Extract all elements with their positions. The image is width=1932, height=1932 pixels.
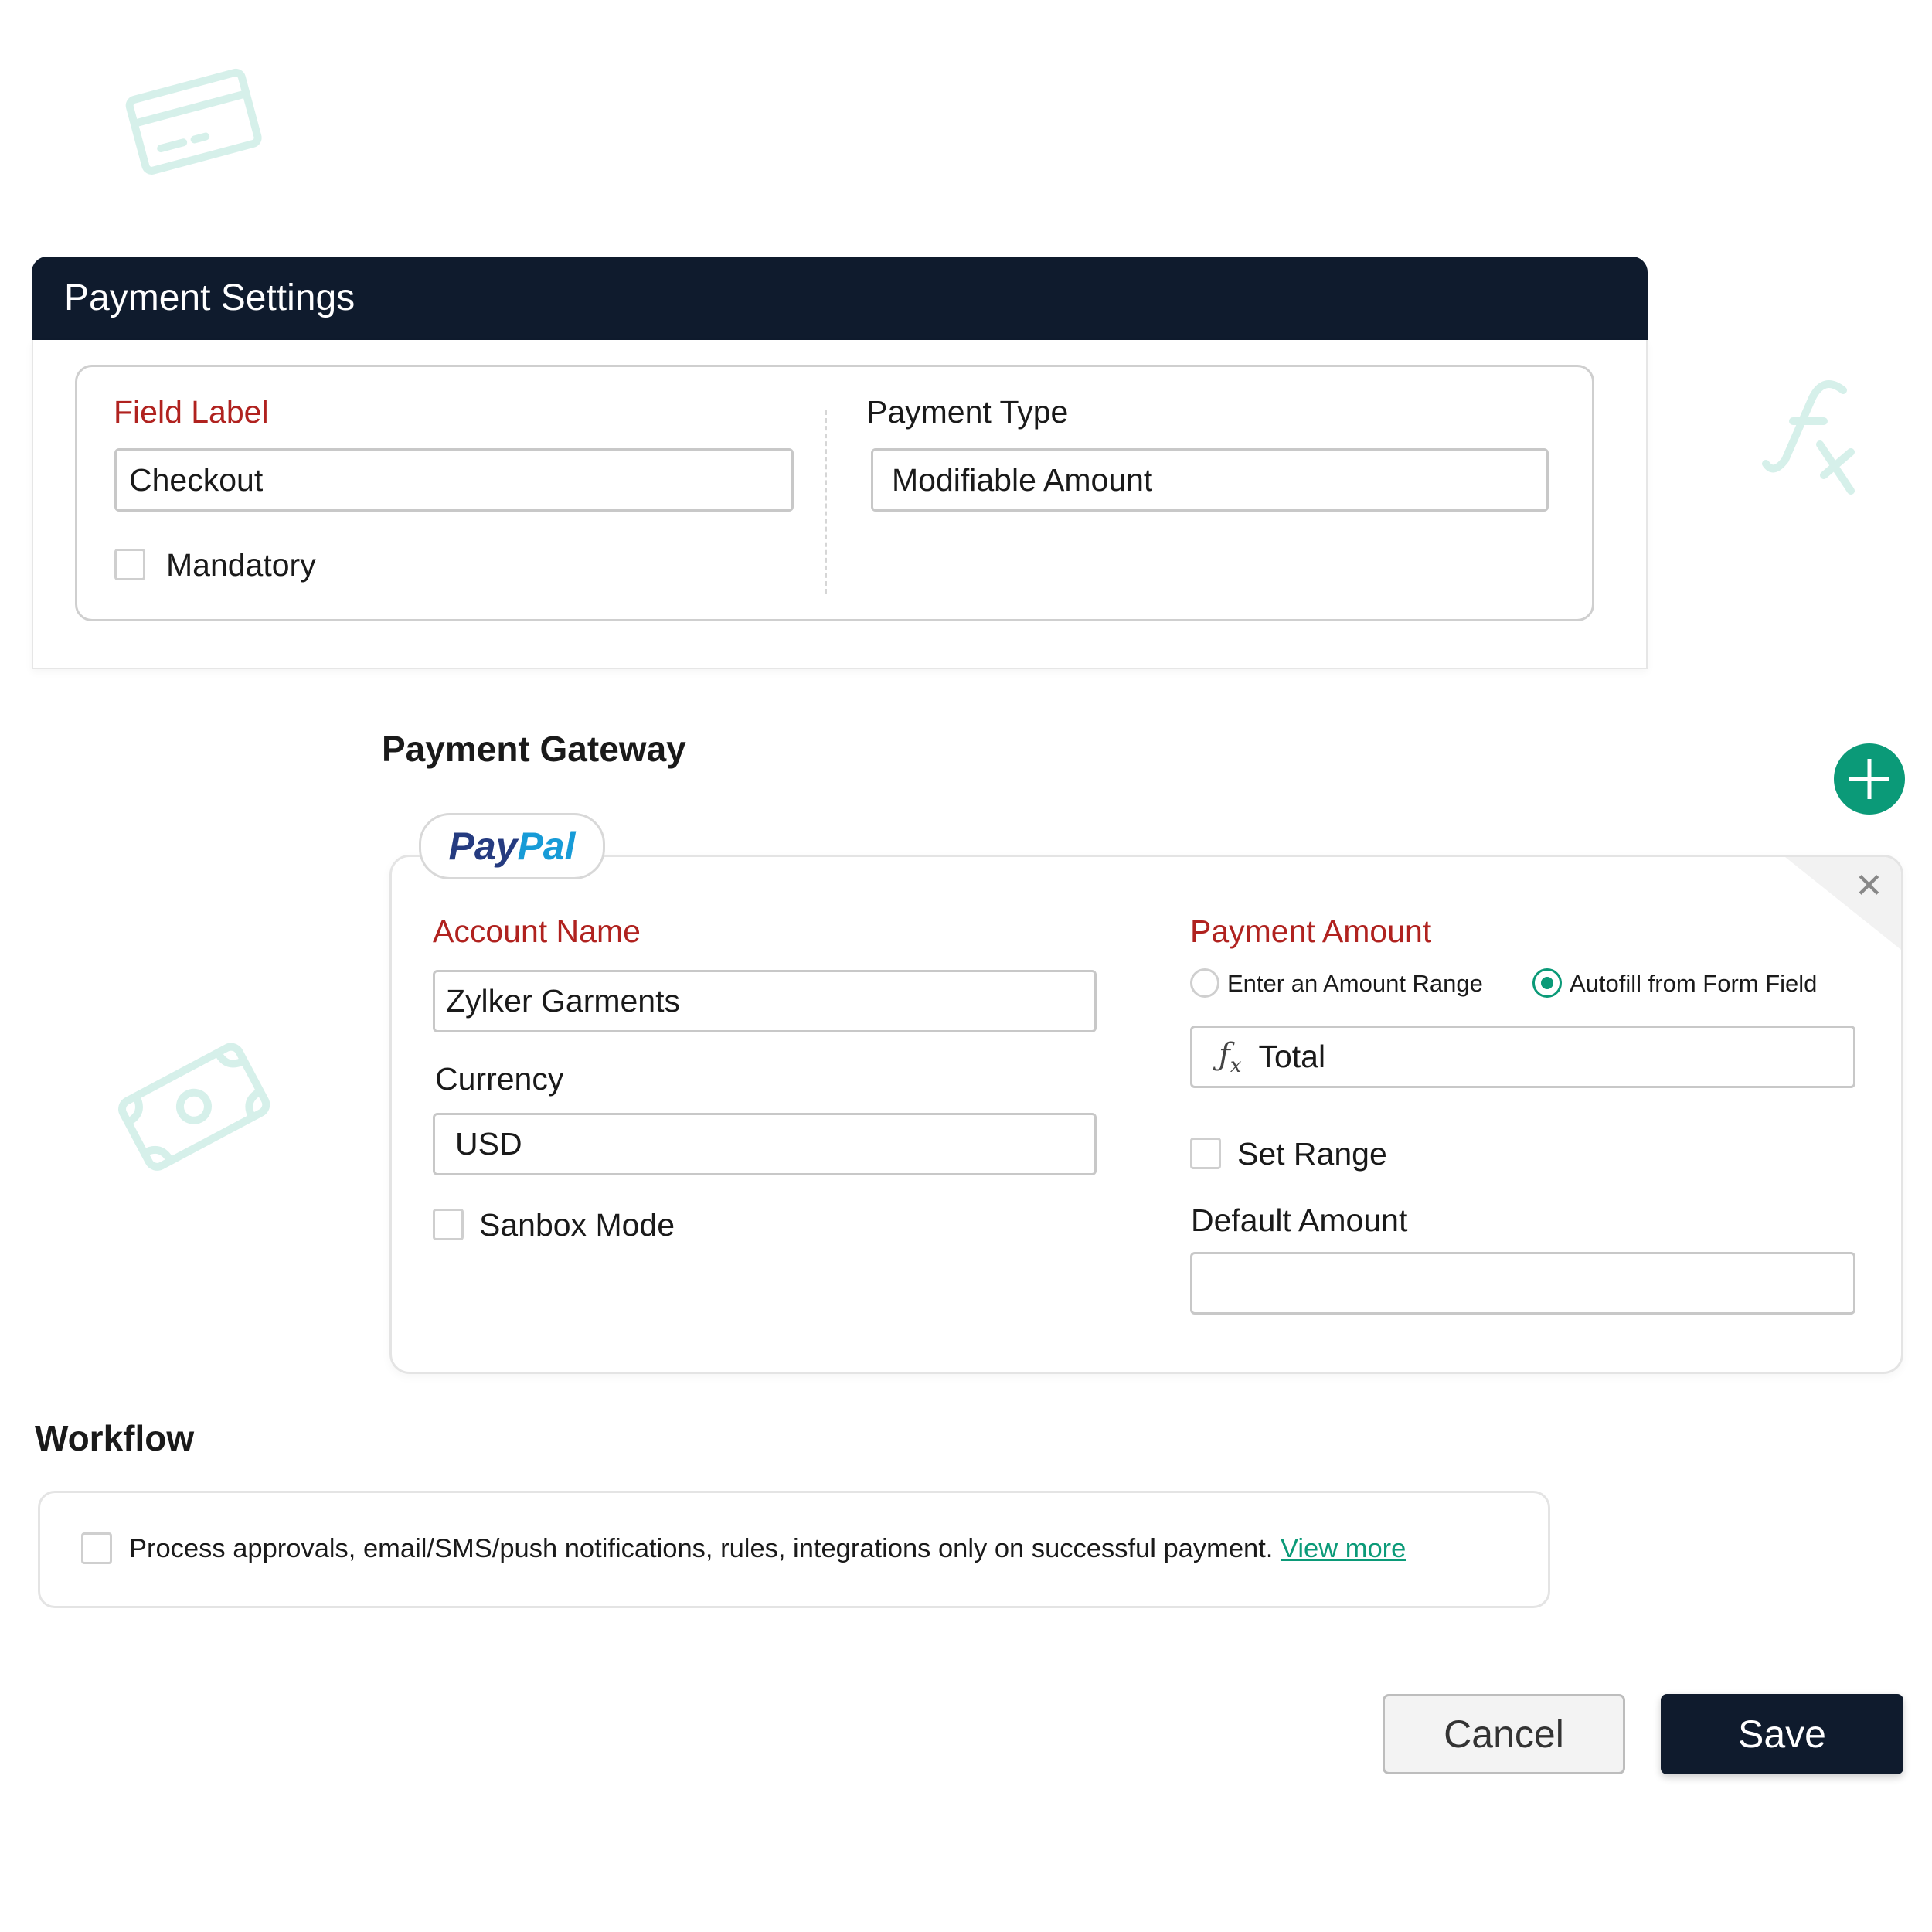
account-name-input[interactable]: Zylker Garments [433,970,1097,1032]
payment-type-select[interactable]: Modifiable Amount [871,448,1549,512]
payment-type-label: Payment Type [866,394,1069,430]
paypal-logo-pay: Pay [448,825,518,868]
default-amount-label: Default Amount [1191,1202,1408,1238]
divider [825,410,827,594]
currency-label: Currency [435,1061,564,1097]
autofill-field-value: Total [1258,1039,1326,1074]
field-label-input[interactable]: Checkout [114,448,794,512]
add-gateway-button[interactable] [1834,743,1905,815]
field-label-value: Checkout [129,461,264,498]
workflow-heading: Workflow [35,1418,195,1458]
account-name-value: Zylker Garments [446,983,680,1019]
payment-settings-header: Payment Settings [32,257,1648,340]
page-title: Payment Settings [64,277,355,318]
default-amount-input[interactable] [1190,1252,1855,1315]
sandbox-mode-checkbox[interactable] [433,1209,464,1240]
autofill-label: Autofill from Form Field [1570,970,1818,997]
cancel-button[interactable]: Cancel [1383,1694,1625,1774]
save-button[interactable]: Save [1661,1694,1903,1774]
fx-icon [1762,380,1855,495]
payment-gateway-heading: Payment Gateway [382,729,686,769]
save-label: Save [1738,1713,1826,1756]
account-name-label: Account Name [433,913,641,949]
paypal-tab[interactable]: Pay Pal [419,813,605,879]
view-more-link[interactable]: View more [1281,1534,1406,1563]
sandbox-mode-label: Sanbox Mode [479,1207,675,1243]
close-icon[interactable]: ✕ [1855,869,1883,903]
amount-range-radio[interactable] [1190,968,1219,998]
field-label-label: Field Label [114,394,269,430]
amount-range-label: Enter an Amount Range [1227,970,1483,997]
workflow-checkbox[interactable] [81,1532,112,1564]
autofill-field-select[interactable]: ƒx Total [1190,1026,1855,1088]
mandatory-checkbox[interactable] [114,549,145,580]
money-icon [118,1043,270,1171]
credit-card-icon [125,68,262,175]
paypal-logo-pal: Pal [517,825,576,868]
mandatory-label: Mandatory [166,547,316,583]
fx-icon: ƒx [1219,1036,1242,1077]
currency-value: USD [455,1126,522,1162]
payment-type-value: Modifiable Amount [892,461,1153,498]
workflow-description: Process approvals, email/SMS/push notifi… [129,1534,1274,1563]
autofill-radio[interactable] [1532,968,1562,998]
cancel-label: Cancel [1444,1713,1564,1756]
payment-amount-label: Payment Amount [1190,913,1432,949]
currency-select[interactable]: USD [433,1113,1097,1175]
set-range-checkbox[interactable] [1190,1138,1221,1169]
workflow-text-row: Process approvals, email/SMS/push notifi… [129,1534,1406,1564]
set-range-label: Set Range [1237,1136,1387,1172]
